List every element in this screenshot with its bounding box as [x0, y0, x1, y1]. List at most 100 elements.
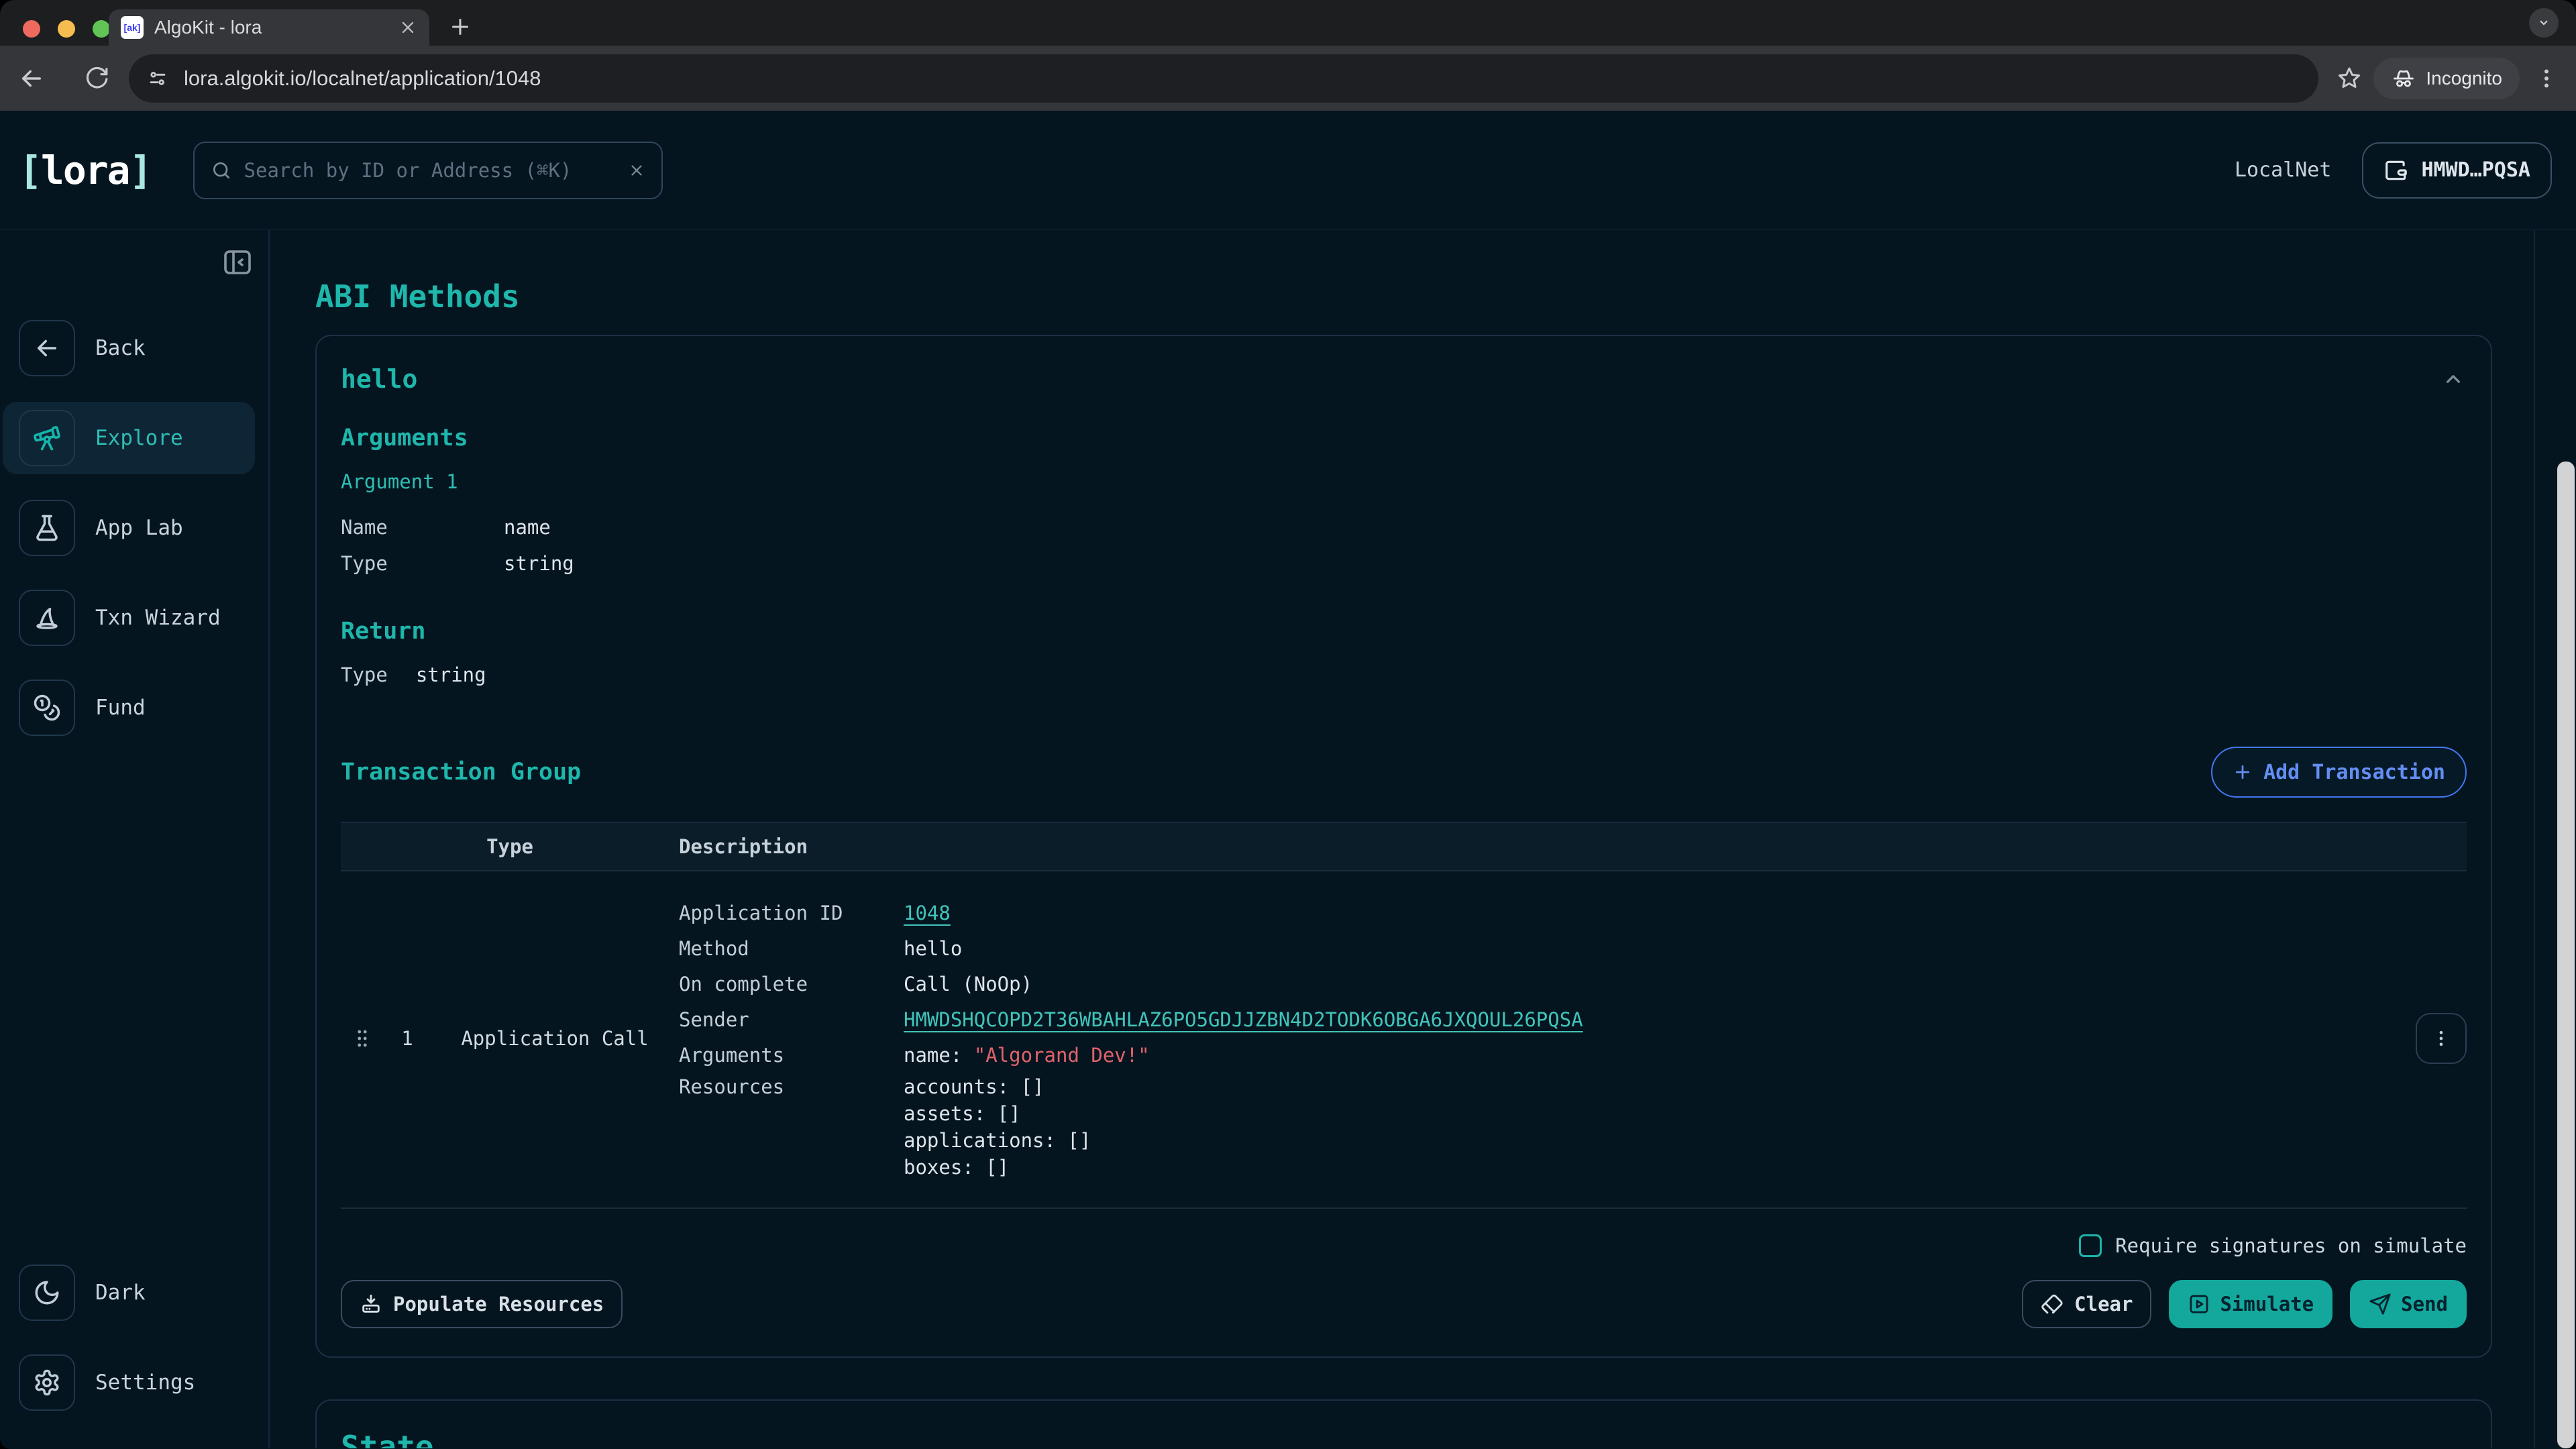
sidebar-item-theme-dark[interactable]: Dark — [3, 1256, 255, 1329]
app-body: Back Explore App Lab — [0, 230, 2576, 1448]
sidebar-item-label: Dark — [95, 1281, 146, 1305]
sender-address-link[interactable]: HMWDSHQCOPD2T36WBAHLAZ6PO5GDJJZBN4D2TODK… — [904, 1002, 1583, 1038]
sidebar-item-app-lab[interactable]: App Lab — [3, 492, 255, 564]
transaction-row: 1 Application Call Application ID 1048 M… — [341, 871, 2467, 1209]
new-tab-icon[interactable] — [448, 15, 472, 39]
sidebar-item-settings[interactable]: Settings — [3, 1346, 255, 1419]
transaction-table-header: Type Description — [341, 822, 2467, 871]
simulate-label: Simulate — [2220, 1293, 2314, 1316]
bookmark-star-icon[interactable] — [2336, 65, 2363, 92]
dark-icon-box — [19, 1265, 75, 1321]
settings-icon-box — [19, 1354, 75, 1411]
row-menu-button[interactable] — [2416, 1013, 2467, 1064]
arrow-left-icon — [33, 334, 61, 362]
lora-app: [lora] Search by ID or Address (⌘K) Loca… — [0, 111, 2576, 1449]
state-card: State Global Box — [315, 1399, 2492, 1448]
site-settings-icon[interactable] — [146, 67, 169, 90]
browser-window: [ak] AlgoKit - lora lora.algokit.io/loca… — [0, 0, 2576, 1449]
fund-icon-box — [19, 680, 75, 736]
method-name: hello — [341, 364, 417, 394]
add-transaction-button[interactable]: Add Transaction — [2211, 747, 2467, 798]
sidebar-item-label: Settings — [95, 1371, 195, 1395]
main-content: ABI Methods hello Arguments Argument 1 N… — [270, 230, 2535, 1448]
page-scrollbar[interactable] — [2557, 462, 2575, 1448]
field-on-complete: On complete Call (NoOp) — [679, 967, 2393, 1002]
url-text: lora.algokit.io/localnet/application/104… — [184, 66, 541, 91]
reload-icon[interactable] — [83, 66, 109, 91]
field-label: Resources — [679, 1073, 904, 1100]
return-row-value: string — [416, 663, 486, 686]
column-header-description: Description — [679, 835, 2393, 858]
tab-title: AlgoKit - lora — [154, 17, 388, 38]
coins-icon — [33, 694, 61, 722]
logo-bracket: ] — [129, 148, 152, 193]
explore-icon-box — [19, 410, 75, 466]
simulate-button[interactable]: Simulate — [2169, 1280, 2332, 1328]
field-label: Arguments — [679, 1038, 904, 1073]
window-controls-chevron-icon[interactable] — [2529, 8, 2559, 38]
send-label: Send — [2401, 1293, 2448, 1316]
wallet-icon — [2383, 158, 2409, 183]
field-sender: Sender HMWDSHQCOPD2T36WBAHLAZ6PO5GDJJZBN… — [679, 1002, 2393, 1038]
maximize-window-button[interactable] — [93, 20, 110, 38]
arguments-heading: Arguments — [341, 425, 2467, 451]
chevron-up-icon[interactable] — [2440, 366, 2467, 392]
argument-row-label: Name — [341, 509, 504, 545]
clear-button[interactable]: Clear — [2022, 1280, 2151, 1328]
sidebar-item-fund[interactable]: Fund — [3, 672, 255, 744]
transaction-group-heading: Transaction Group — [341, 759, 581, 786]
transaction-index: 1 — [384, 1027, 431, 1050]
field-label: Method — [679, 931, 904, 967]
sidebar-item-label: App Lab — [95, 516, 183, 540]
sidebar-item-back[interactable]: Back — [3, 312, 255, 384]
require-signatures-label: Require signatures on simulate — [2115, 1234, 2467, 1257]
browser-menu-icon[interactable] — [2534, 66, 2559, 91]
play-square-icon — [2188, 1293, 2210, 1316]
search-clear-icon[interactable] — [628, 162, 645, 179]
send-button[interactable]: Send — [2350, 1280, 2467, 1328]
field-label: Application ID — [679, 896, 904, 931]
resource-accounts: accounts: [] — [904, 1073, 1091, 1100]
wizard-hat-icon — [33, 604, 61, 632]
populate-resources-button[interactable]: Populate Resources — [341, 1280, 623, 1328]
transaction-actions: Populate Resources Clear — [341, 1280, 2467, 1328]
field-application-id: Application ID 1048 — [679, 896, 2393, 931]
argument-row: Type string — [341, 545, 2467, 582]
resource-assets: assets: [] — [904, 1100, 1091, 1127]
application-id-link[interactable]: 1048 — [904, 896, 951, 931]
sidebar-item-explore[interactable]: Explore — [3, 402, 255, 474]
search-input[interactable]: Search by ID or Address (⌘K) — [193, 142, 663, 199]
close-window-button[interactable] — [23, 20, 40, 38]
resources-values: accounts: [] assets: [] applications: []… — [904, 1073, 1091, 1181]
field-label: On complete — [679, 967, 904, 1002]
back-icon[interactable] — [17, 64, 46, 93]
tab-close-icon[interactable] — [398, 18, 417, 37]
app-lab-icon-box — [19, 500, 75, 556]
row-menu-cell — [2416, 1013, 2467, 1064]
field-value: hello — [904, 931, 962, 967]
populate-resources-label: Populate Resources — [393, 1293, 604, 1316]
send-icon — [2369, 1293, 2392, 1316]
download-tray-icon — [360, 1293, 382, 1316]
tab-strip: [ak] AlgoKit - lora — [0, 0, 2576, 46]
sidebar-item-label: Explore — [95, 426, 183, 450]
wallet-button[interactable]: HMWD…PQSA — [2362, 142, 2552, 199]
minimize-window-button[interactable] — [58, 20, 75, 38]
require-signatures-row: Require signatures on simulate — [341, 1234, 2467, 1257]
collapse-sidebar-icon[interactable] — [221, 246, 254, 278]
resource-boxes: boxes: [] — [904, 1154, 1091, 1181]
drag-handle-icon[interactable] — [351, 1027, 374, 1050]
transaction-group-header: Transaction Group Add Transaction — [341, 747, 2467, 798]
sidebar-item-txn-wizard[interactable]: Txn Wizard — [3, 582, 255, 654]
browser-toolbar: lora.algokit.io/localnet/application/104… — [0, 46, 2576, 111]
url-bar[interactable]: lora.algokit.io/localnet/application/104… — [129, 54, 2318, 103]
require-signatures-checkbox[interactable] — [2079, 1234, 2102, 1257]
sidebar-item-label: Txn Wizard — [95, 606, 221, 630]
add-transaction-label: Add Transaction — [2263, 761, 2445, 784]
lora-logo[interactable]: [lora] — [19, 148, 152, 193]
browser-tab[interactable]: [ak] AlgoKit - lora — [109, 9, 429, 46]
sidebar-item-label: Back — [95, 336, 146, 360]
network-label[interactable]: LocalNet — [2235, 158, 2332, 182]
argument-group-label: Argument 1 — [341, 470, 2467, 493]
sidebar-nav: Back Explore App Lab — [0, 312, 268, 744]
